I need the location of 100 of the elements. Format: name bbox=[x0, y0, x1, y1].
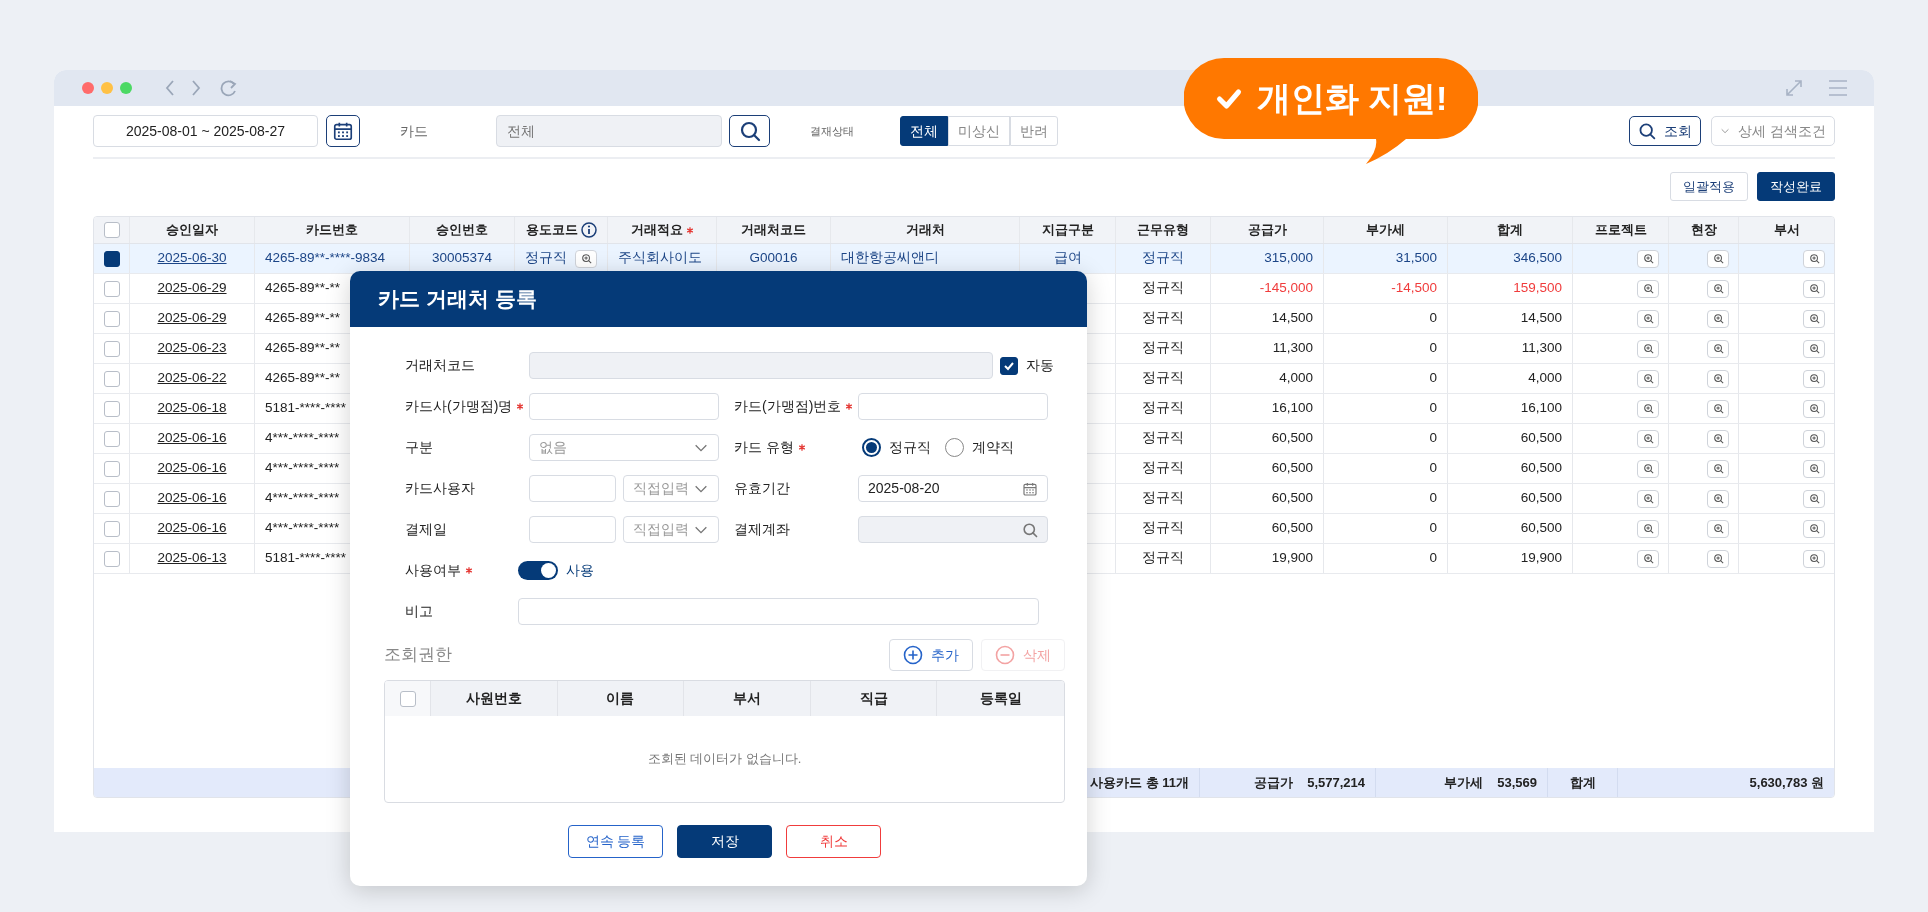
zoom-in-button[interactable] bbox=[1707, 549, 1729, 568]
code-field[interactable] bbox=[529, 352, 993, 379]
calendar-icon bbox=[1022, 480, 1038, 497]
date-link[interactable]: 2025-06-29 bbox=[157, 308, 227, 329]
calendar-button[interactable] bbox=[326, 115, 360, 147]
continue-button[interactable]: 연속 등록 bbox=[568, 825, 663, 858]
zoom-in-button[interactable] bbox=[1803, 519, 1825, 538]
note-field[interactable] bbox=[518, 598, 1039, 625]
zoom-in-button[interactable] bbox=[1707, 429, 1729, 448]
cancel-button[interactable]: 취소 bbox=[786, 825, 881, 858]
row-checkbox[interactable] bbox=[103, 550, 120, 567]
row-checkbox[interactable] bbox=[103, 460, 120, 477]
date-field[interactable]: 2025-08-20 bbox=[858, 475, 1048, 502]
row-checkbox[interactable] bbox=[103, 490, 120, 507]
column-header: 프로젝트 bbox=[1594, 221, 1647, 240]
account-search-field[interactable] bbox=[858, 516, 1048, 543]
zoom-in-icon bbox=[1712, 523, 1724, 534]
auto-checkbox[interactable] bbox=[1000, 356, 1018, 375]
zoom-in-button[interactable] bbox=[1803, 429, 1825, 448]
search-field[interactable]: 전체 bbox=[496, 115, 722, 147]
zoom-in-button[interactable] bbox=[1803, 339, 1825, 358]
radio-button[interactable] bbox=[945, 438, 964, 457]
detail-search-button[interactable]: 상세 검색조건 bbox=[1711, 116, 1835, 146]
check-icon bbox=[1214, 86, 1243, 111]
date-link[interactable]: 2025-06-18 bbox=[157, 398, 227, 419]
zoom-in-button[interactable] bbox=[1707, 339, 1729, 358]
date-link[interactable]: 2025-06-29 bbox=[157, 278, 227, 299]
zoom-in-button[interactable] bbox=[1637, 249, 1659, 268]
date-link[interactable]: 2025-06-16 bbox=[157, 428, 227, 449]
radio-button[interactable] bbox=[862, 438, 881, 457]
date-link[interactable]: 2025-06-22 bbox=[157, 368, 227, 389]
footer-value: 5,630,783 원 bbox=[1749, 773, 1824, 792]
table-cell-text: 대한항공씨앤디 bbox=[841, 249, 939, 268]
zoom-in-button[interactable] bbox=[1637, 429, 1659, 448]
table-cell-text: 159,500 bbox=[1513, 279, 1562, 298]
date-link[interactable]: 2025-06-23 bbox=[157, 338, 227, 359]
table-cell-text: 4265-89**-** bbox=[265, 339, 341, 358]
zoom-in-button[interactable] bbox=[1803, 489, 1825, 508]
zoom-in-button[interactable] bbox=[575, 249, 597, 268]
zoom-in-button[interactable] bbox=[1637, 279, 1659, 298]
info-icon[interactable] bbox=[580, 222, 597, 238]
select-all-checkbox[interactable] bbox=[399, 690, 416, 707]
zoom-in-button[interactable] bbox=[1707, 519, 1729, 538]
zoom-in-button[interactable] bbox=[1707, 399, 1729, 418]
zoom-in-button[interactable] bbox=[1707, 309, 1729, 328]
input-field[interactable] bbox=[529, 475, 616, 502]
zoom-in-button[interactable] bbox=[1707, 459, 1729, 478]
zoom-in-button[interactable] bbox=[1707, 249, 1729, 268]
table-cell-text: 5181-****-**** bbox=[265, 549, 347, 568]
zoom-in-button[interactable] bbox=[1707, 369, 1729, 388]
complete-button[interactable]: 작성완료 bbox=[1757, 172, 1835, 201]
zoom-in-button[interactable] bbox=[1803, 309, 1825, 328]
date-link[interactable]: 2025-06-16 bbox=[157, 518, 227, 539]
date-link[interactable]: 2025-06-30 bbox=[157, 248, 227, 269]
date-range-field[interactable]: 2025-08-01 ~ 2025-08-27 bbox=[93, 115, 318, 147]
input-field[interactable] bbox=[529, 516, 616, 543]
query-button[interactable]: 조회 bbox=[1629, 116, 1701, 146]
status-tab[interactable]: 전체 bbox=[900, 116, 948, 146]
search-button[interactable] bbox=[729, 115, 770, 147]
add-button[interactable]: 추가 bbox=[889, 639, 973, 671]
zoom-in-button[interactable] bbox=[1637, 309, 1659, 328]
date-link[interactable]: 2025-06-16 bbox=[157, 458, 227, 479]
zoom-in-button[interactable] bbox=[1707, 279, 1729, 298]
zoom-in-button[interactable] bbox=[1637, 339, 1659, 358]
row-checkbox[interactable] bbox=[103, 430, 120, 447]
zoom-in-button[interactable] bbox=[1637, 399, 1659, 418]
row-checkbox[interactable] bbox=[103, 340, 120, 357]
zoom-in-button[interactable] bbox=[1637, 519, 1659, 538]
zoom-in-button[interactable] bbox=[1637, 549, 1659, 568]
input-field[interactable] bbox=[858, 393, 1048, 420]
zoom-in-button[interactable] bbox=[1803, 549, 1825, 568]
date-link[interactable]: 2025-06-13 bbox=[157, 548, 227, 569]
field-label: 비고 bbox=[405, 602, 433, 621]
row-checkbox[interactable] bbox=[103, 280, 120, 297]
column-header: 직급 bbox=[810, 681, 938, 716]
row-checkbox[interactable] bbox=[103, 520, 120, 537]
status-tab[interactable]: 미상신 bbox=[948, 116, 1010, 146]
zoom-in-button[interactable] bbox=[1637, 459, 1659, 478]
apply-all-button[interactable]: 일괄적용 bbox=[1670, 172, 1748, 201]
row-checkbox[interactable] bbox=[103, 370, 120, 387]
row-checkbox[interactable] bbox=[103, 250, 120, 267]
toggle-switch[interactable] bbox=[518, 561, 558, 580]
zoom-in-icon bbox=[1808, 553, 1820, 564]
table-row[interactable]: 2025-06-30 4265-89**-****-9834 30005374 정규직 주식회사이도 G00016 대한항공씨앤디 급여 정규직 315,000 31,500 346,500 bbox=[94, 244, 1834, 274]
zoom-in-button[interactable] bbox=[1803, 249, 1825, 268]
zoom-in-button[interactable] bbox=[1803, 279, 1825, 298]
zoom-in-button[interactable] bbox=[1803, 369, 1825, 388]
date-link[interactable]: 2025-06-16 bbox=[157, 488, 227, 509]
table-cell-text: 30005374 bbox=[431, 249, 493, 268]
row-checkbox[interactable] bbox=[103, 400, 120, 417]
zoom-in-button[interactable] bbox=[1637, 489, 1659, 508]
save-button[interactable]: 저장 bbox=[677, 825, 772, 858]
input-field[interactable] bbox=[529, 393, 719, 420]
select-all-checkbox[interactable] bbox=[103, 222, 120, 238]
row-checkbox[interactable] bbox=[103, 310, 120, 327]
zoom-in-button[interactable] bbox=[1803, 399, 1825, 418]
zoom-in-button[interactable] bbox=[1707, 489, 1729, 508]
zoom-in-button[interactable] bbox=[1803, 459, 1825, 478]
status-tab[interactable]: 반려 bbox=[1010, 116, 1058, 146]
zoom-in-button[interactable] bbox=[1637, 369, 1659, 388]
